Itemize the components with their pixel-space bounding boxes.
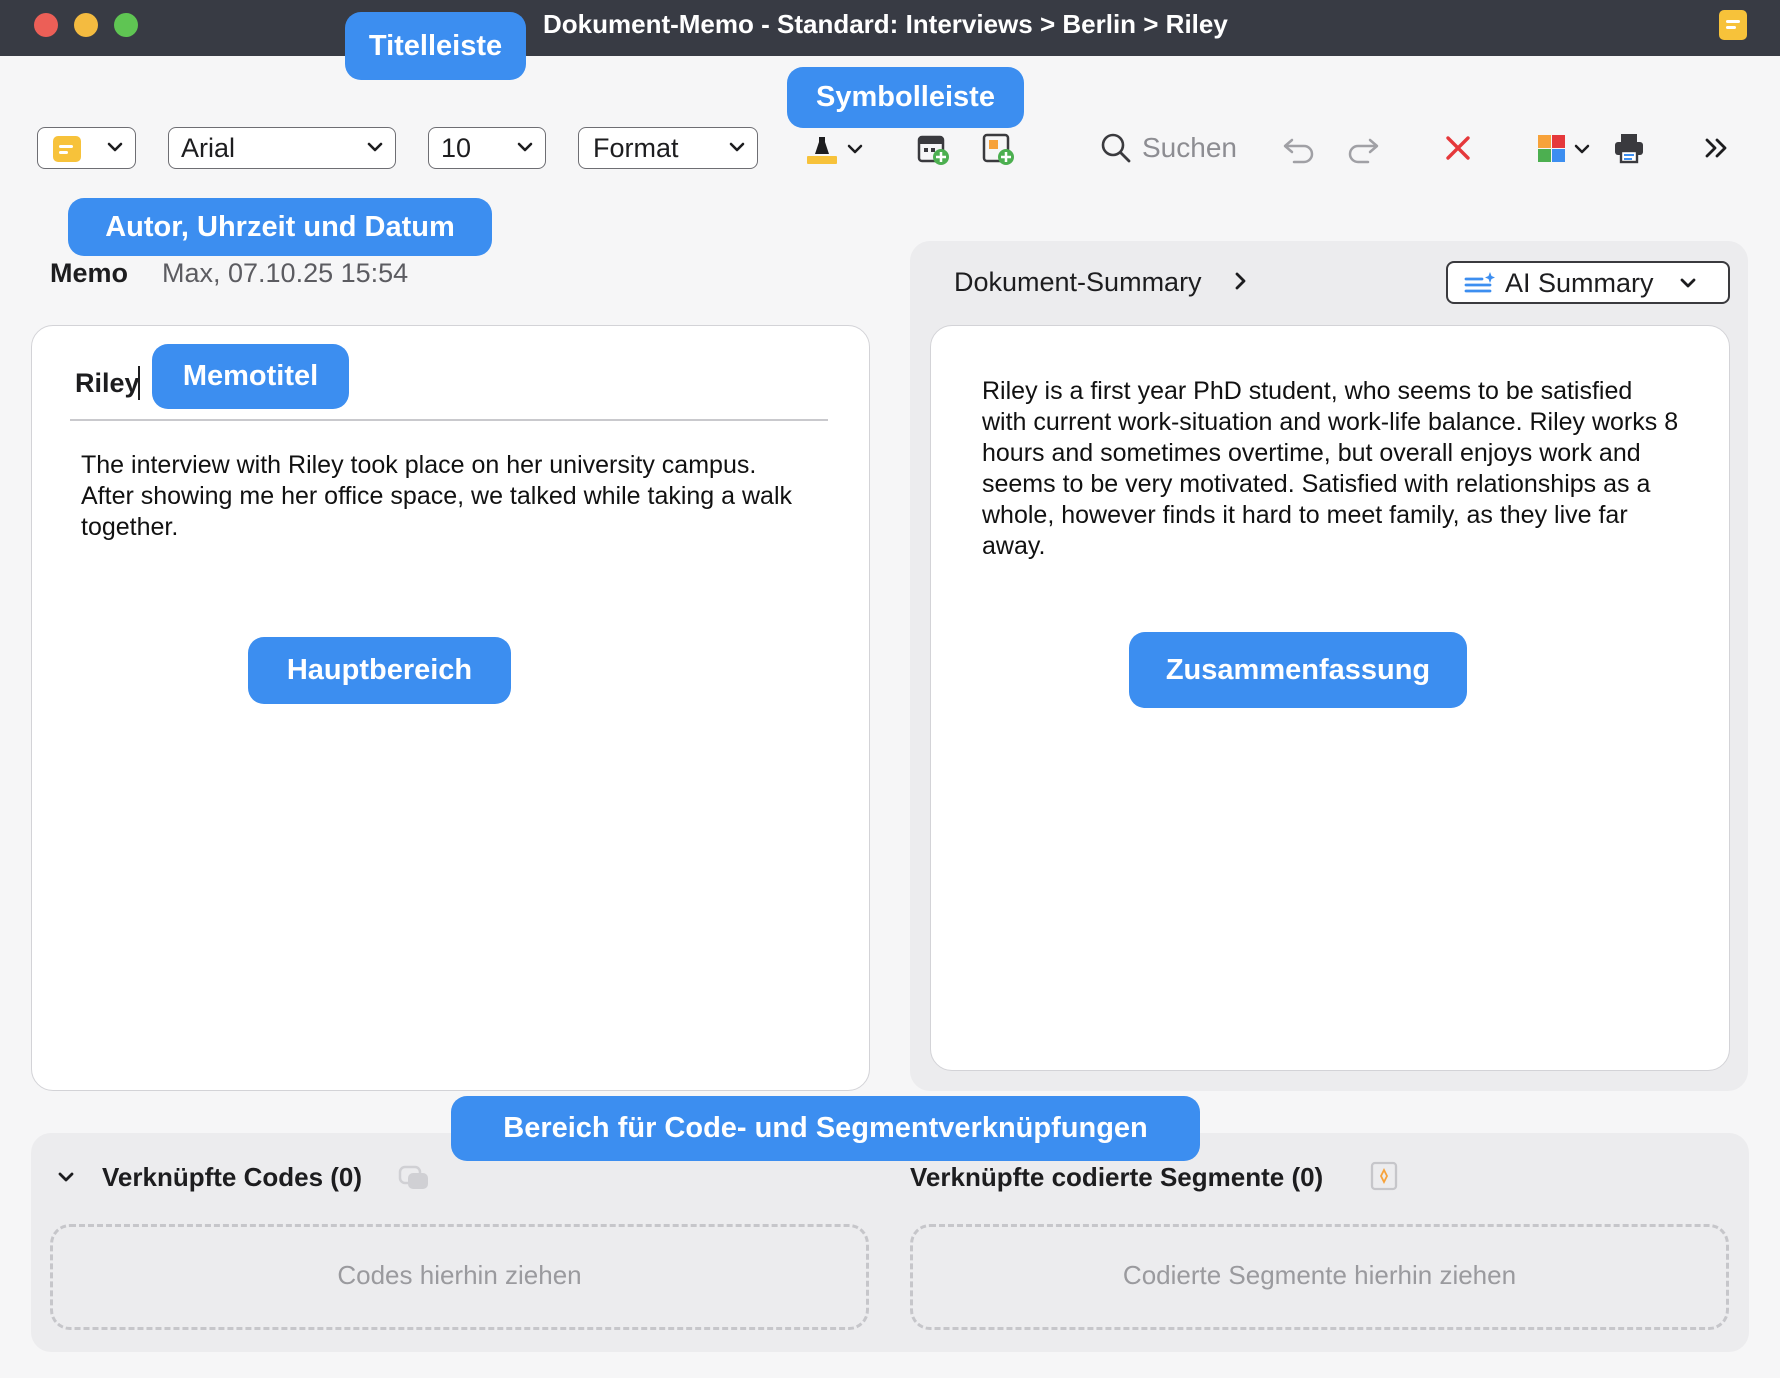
segments-drop-label: Codierte Segmente hierhin ziehen [1122,1260,1517,1290]
sticky-note-icon[interactable] [1719,10,1747,40]
highlighter-icon[interactable] [805,134,869,166]
font-family-value: Arial [181,133,236,163]
chevron-down-icon [107,142,123,152]
chevron-down-icon [1680,278,1696,288]
segments-icon[interactable] [1370,1161,1398,1191]
redo-icon[interactable] [1346,134,1380,164]
minimize-window-button[interactable] [74,13,98,37]
callout-titelleiste: Titelleiste [345,12,526,80]
ai-summary-icon [1464,272,1495,293]
linked-segments-heading: Verknüpfte codierte Segmente (0) [910,1162,1324,1192]
memo-title-input[interactable]: Riley [75,368,140,399]
delete-icon[interactable] [1444,134,1472,162]
callout-zusammenfassung: Zusammenfassung [1129,632,1467,708]
tab-document-summary[interactable]: Dokument-Summary [954,267,1202,298]
linked-codes-heading: Verknüpfte Codes (0) [102,1162,363,1192]
format-value: Format [593,133,679,163]
search-input[interactable]: Suchen [1142,132,1237,164]
document-add-icon[interactable] [982,132,1016,166]
title-divider [70,419,828,421]
undo-icon[interactable] [1282,134,1316,164]
ai-summary-button[interactable]: AI Summary [1446,261,1730,304]
chevron-down-icon [517,142,533,152]
memo-type-dropdown[interactable] [37,127,136,169]
close-window-button[interactable] [34,13,58,37]
format-select[interactable]: Format [578,127,758,169]
segments-drop-zone[interactable]: Codierte Segmente hierhin ziehen [910,1224,1729,1330]
zoom-window-button[interactable] [114,13,138,37]
memo-editor-area[interactable] [31,325,870,1091]
window-title: Dokument-Memo - Standard: Interviews > B… [543,9,1228,39]
sticky-note-icon [53,136,81,162]
font-size-value: 10 [441,133,472,163]
chevron-down-icon[interactable] [56,1167,76,1187]
codes-icon[interactable] [398,1163,432,1191]
search-icon[interactable] [1100,132,1132,164]
callout-hauptbereich: Hauptbereich [248,637,511,704]
print-icon[interactable] [1613,132,1645,164]
chevron-right-icon[interactable] [1232,270,1250,292]
more-icon[interactable] [1704,136,1730,160]
callout-bereich-verknuepfungen: Bereich für Code- und Segmentverknüpfung… [451,1096,1200,1161]
chevron-down-icon [729,142,745,152]
text-cursor [138,366,140,400]
font-size-select[interactable]: 10 [428,127,546,169]
calendar-add-icon[interactable] [917,132,951,166]
puzzle-icon[interactable] [1536,132,1594,166]
callout-symbolleiste: Symbolleiste [787,67,1024,128]
callout-memotitel: Memotitel [152,344,349,409]
font-family-select[interactable]: Arial [168,127,396,169]
callout-autor-datum: Autor, Uhrzeit und Datum [68,198,492,256]
author-date-text: Max, 07.10.25 15:54 [162,258,409,288]
title-bar: Dokument-Memo - Standard: Interviews > B… [0,0,1780,56]
chevron-down-icon [367,142,383,152]
summary-text[interactable]: Riley is a first year PhD student, who s… [982,376,1682,562]
codes-drop-label: Codes hierhin ziehen [337,1260,582,1290]
codes-drop-zone[interactable]: Codes hierhin ziehen [50,1224,869,1330]
memo-body-text[interactable]: The interview with Riley took place on h… [81,450,801,543]
ai-summary-label: AI Summary [1505,268,1654,298]
memo-label: Memo [50,258,129,288]
